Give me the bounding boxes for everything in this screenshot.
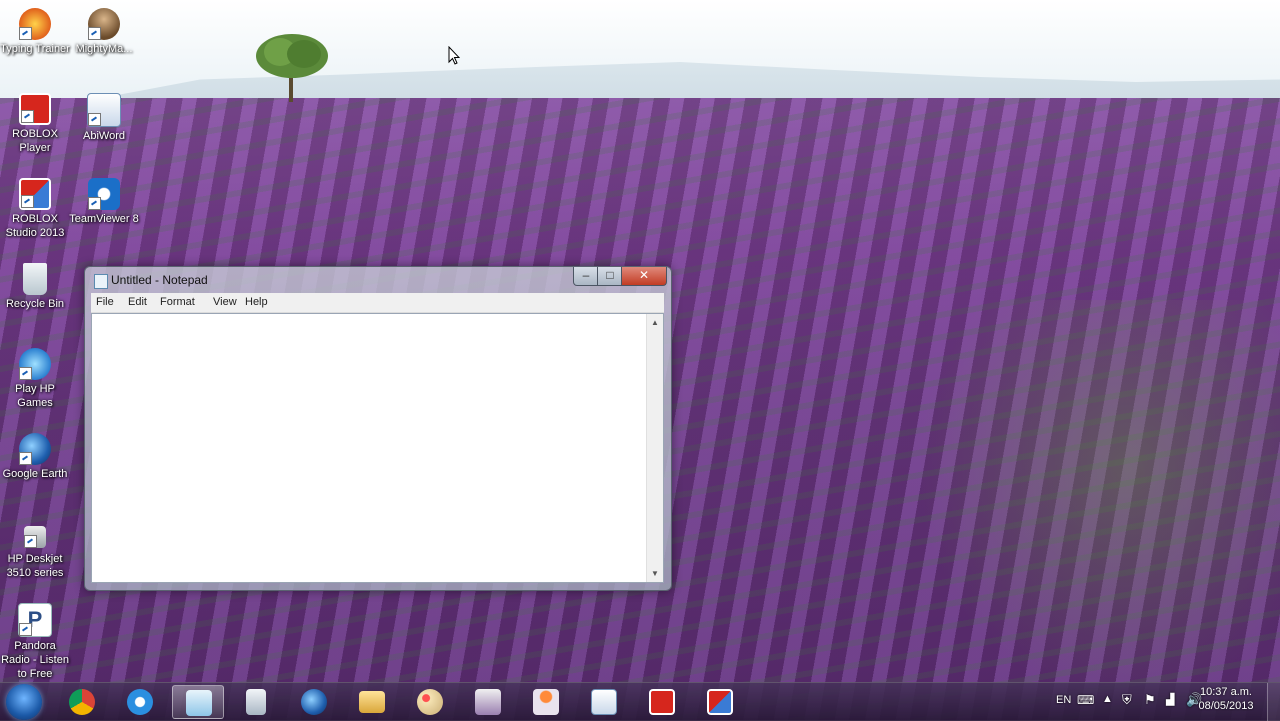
printer-icon bbox=[24, 526, 46, 548]
scroll-up-icon[interactable]: ▲ bbox=[651, 318, 659, 327]
desktop-icon-abiword[interactable]: AbiWord bbox=[69, 93, 139, 143]
desktop-icon-roblox-player[interactable]: ROBLOX Player bbox=[0, 93, 70, 155]
teamviewer-icon bbox=[88, 178, 120, 210]
desktop-icon-label: AbiWord bbox=[83, 130, 125, 142]
close-button[interactable]: ✕ bbox=[621, 267, 667, 286]
language-indicator[interactable]: EN bbox=[1056, 694, 1071, 706]
keyboard-icon[interactable]: ⌨ bbox=[1077, 693, 1094, 707]
text-editor-area[interactable]: ▲ ▼ bbox=[91, 313, 664, 583]
chrome-icon bbox=[69, 689, 95, 715]
desktop-icon-label: Typing Trainer bbox=[0, 43, 70, 55]
taskbar-notepad[interactable] bbox=[172, 685, 224, 719]
google-earth-icon bbox=[301, 689, 327, 715]
desktop-icon-label: ROBLOX Studio 2013 bbox=[5, 213, 65, 239]
taskbar-award-app[interactable] bbox=[520, 685, 572, 719]
taskbar-chrome[interactable] bbox=[56, 685, 108, 719]
notepad-icon bbox=[94, 274, 108, 289]
desktop-icon-label: MightyMa... bbox=[75, 43, 133, 55]
taskbar-paint[interactable] bbox=[404, 685, 456, 719]
hp-games-icon bbox=[19, 348, 51, 380]
desktop-icon-teamviewer[interactable]: TeamViewer 8 bbox=[69, 178, 139, 226]
desktop-icon-mightymacros[interactable]: MightyMa... bbox=[69, 8, 139, 56]
internet-explorer-icon bbox=[127, 689, 153, 715]
desktop-icon-label: Play HP Games bbox=[15, 383, 55, 409]
taskbar-app4[interactable] bbox=[462, 685, 514, 719]
notepad-window[interactable]: Untitled - Notepad – □ ✕ File Edit Forma… bbox=[84, 266, 672, 591]
window-title: Untitled - Notepad bbox=[111, 273, 208, 287]
wallpaper-field-shade bbox=[900, 300, 1280, 720]
taskbar: EN ⌨ ▲ ⛨ ⚑ ▟ 🔊 10:37 a.m. 08/05/2013 bbox=[0, 682, 1280, 721]
roblox-studio-icon bbox=[707, 689, 733, 715]
desktop-icon-label: Recycle Bin bbox=[5, 298, 65, 310]
desktop-icon-hp-games[interactable]: Play HP Games bbox=[0, 348, 70, 410]
show-desktop-button[interactable] bbox=[1267, 683, 1280, 721]
window-titlebar[interactable]: Untitled - Notepad – □ ✕ bbox=[85, 267, 671, 293]
antivirus-icon[interactable]: ⛨ bbox=[1122, 692, 1132, 708]
desktop-icon-typing-trainer[interactable]: Typing Trainer bbox=[0, 8, 70, 56]
menu-view[interactable]: View bbox=[213, 296, 237, 308]
desktop-icon-recycle-bin[interactable]: Recycle Bin bbox=[0, 263, 70, 311]
taskbar-windows-explorer[interactable] bbox=[346, 685, 398, 719]
desktop-icon-label: HP Deskjet 3510 series bbox=[6, 553, 64, 579]
menu-bar: File Edit Format View Help bbox=[91, 293, 664, 313]
mightymacros-icon bbox=[88, 8, 120, 40]
tree-image bbox=[256, 34, 328, 102]
roblox-player-icon bbox=[19, 93, 51, 125]
vertical-scrollbar[interactable]: ▲ ▼ bbox=[646, 314, 663, 582]
typing-trainer-icon bbox=[19, 8, 51, 40]
desktop-icon-label: TeamViewer 8 bbox=[69, 213, 139, 225]
recycle-bin-icon bbox=[23, 263, 47, 295]
notepad-icon bbox=[186, 690, 212, 716]
clock[interactable]: 10:37 a.m. 08/05/2013 bbox=[1196, 686, 1256, 712]
google-earth-icon bbox=[19, 433, 51, 465]
taskbar-roblox-studio[interactable] bbox=[694, 685, 746, 719]
mouse-cursor-icon bbox=[448, 46, 460, 65]
network-signal-icon[interactable]: ▟ bbox=[1166, 693, 1174, 706]
roblox-icon bbox=[649, 689, 675, 715]
desktop-icon-label: ROBLOX Player bbox=[12, 128, 58, 154]
abiword-icon bbox=[591, 689, 617, 715]
menu-edit[interactable]: Edit bbox=[128, 296, 147, 308]
clock-time: 10:37 a.m. bbox=[1200, 686, 1252, 698]
folder-icon bbox=[359, 691, 385, 713]
paint-icon bbox=[417, 689, 443, 715]
taskbar-abiword[interactable] bbox=[578, 685, 630, 719]
scroll-down-icon[interactable]: ▼ bbox=[651, 569, 659, 578]
desktop-icon-pandora[interactable]: P Pandora Radio - Listen to Free bbox=[0, 603, 70, 681]
pandora-icon: P bbox=[18, 603, 52, 637]
taskbar-calculator[interactable] bbox=[230, 685, 282, 719]
app4-icon bbox=[475, 689, 501, 715]
roblox-studio-icon bbox=[19, 178, 51, 210]
calculator-icon bbox=[246, 689, 266, 715]
taskbar-internet-explorer[interactable] bbox=[114, 685, 166, 719]
menu-format[interactable]: Format bbox=[160, 296, 195, 308]
desktop-icon-google-earth[interactable]: Google Earth bbox=[0, 433, 70, 481]
minimize-button[interactable]: – bbox=[573, 267, 599, 286]
menu-help[interactable]: Help bbox=[245, 296, 268, 308]
desktop-icon-hp-deskjet[interactable]: HP Deskjet 3510 series bbox=[0, 518, 70, 580]
desktop-icon-label: Google Earth bbox=[2, 468, 68, 480]
taskbar-roblox-player[interactable] bbox=[636, 685, 688, 719]
taskbar-google-earth[interactable] bbox=[288, 685, 340, 719]
menu-file[interactable]: File bbox=[96, 296, 114, 308]
award-icon bbox=[533, 689, 559, 715]
start-button[interactable] bbox=[6, 684, 42, 720]
abiword-icon bbox=[87, 93, 121, 127]
clock-date: 08/05/2013 bbox=[1198, 700, 1254, 712]
action-center-flag-icon[interactable]: ⚑ bbox=[1144, 692, 1156, 708]
desktop-icon-label: Pandora Radio - Listen to Free bbox=[1, 640, 69, 680]
show-hidden-icons-icon[interactable]: ▲ bbox=[1102, 693, 1113, 705]
desktop-icon-roblox-studio[interactable]: ROBLOX Studio 2013 bbox=[0, 178, 70, 240]
maximize-button[interactable]: □ bbox=[597, 267, 623, 286]
